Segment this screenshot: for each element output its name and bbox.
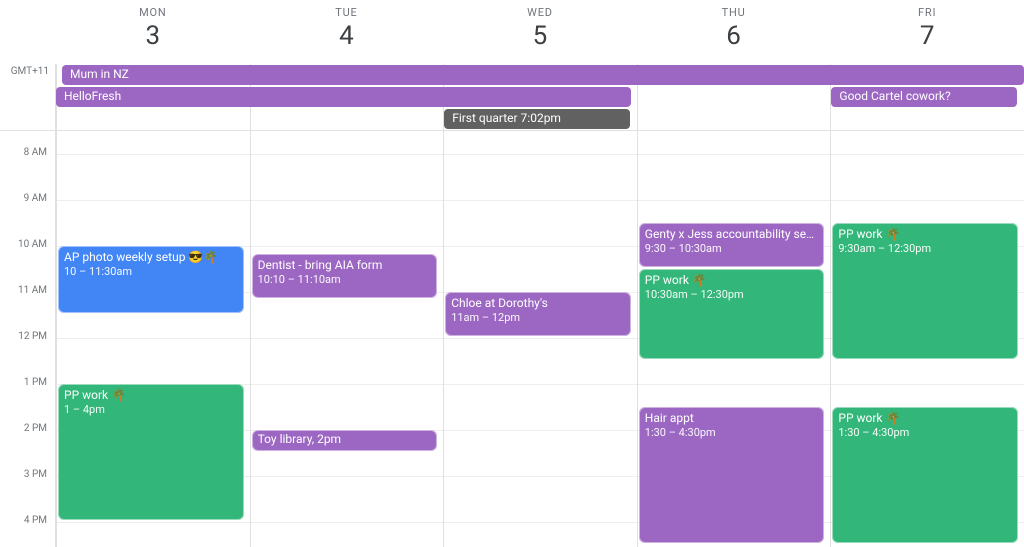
day-of-week-label: THU [637,6,831,19]
allday-event-hellofresh[interactable]: HelloFresh [56,87,631,107]
event-time: 1:30 – 4:30pm [645,426,819,440]
event-title: First quarter 7:02pm [452,111,561,125]
event-time: 10 – 11:30am [64,265,238,279]
day-number: 5 [443,21,637,51]
hour-label: 8 AM [22,147,49,158]
event-genty-jess[interactable]: Genty x Jess accountability sessio 9:30 … [639,223,825,267]
day-header-mon[interactable]: MON 3 [56,0,250,64]
event-pp-work-fri-am[interactable]: PP work 🌴 9:30am – 12:30pm [832,223,1018,359]
day-column-mon[interactable]: AP photo weekly setup 😎🌴 10 – 11:30am PP… [56,131,250,547]
event-title: Dentist - bring AIA form [258,258,432,273]
event-time: 9:30am – 12:30pm [838,242,1012,256]
event-time: 10:30am – 12:30pm [645,288,819,302]
hour-label: 9 AM [22,193,49,204]
event-title: HelloFresh [64,89,121,103]
day-header-thu[interactable]: THU 6 [637,0,831,64]
event-title: AP photo weekly setup 😎🌴 [64,250,238,265]
event-time: 1 – 4pm [64,403,238,417]
day-number: 7 [830,21,1024,51]
event-title: PP work 🌴 [645,273,819,288]
calendar-week-view: MON 3 TUE 4 WED 5 THU 6 FRI 7 GMT+11 Mum… [0,0,1024,547]
event-title: Chloe at Dorothy's [451,296,625,311]
day-header-row: MON 3 TUE 4 WED 5 THU 6 FRI 7 [0,0,1024,64]
event-pp-work-mon[interactable]: PP work 🌴 1 – 4pm [58,384,244,520]
day-column-wed[interactable]: Chloe at Dorothy's 11am – 12pm [443,131,637,547]
event-dentist[interactable]: Dentist - bring AIA form 10:10 – 11:10am [252,254,438,298]
hour-label: 1 PM [22,377,49,388]
day-column-tue[interactable]: Dentist - bring AIA form 10:10 – 11:10am… [250,131,444,547]
event-title: PP work 🌴 [838,227,1012,242]
event-time: 11am – 12pm [451,311,625,325]
allday-section: GMT+11 Mum in NZ HelloFresh Good Cartel … [0,64,1024,131]
hour-label: 10 AM [16,239,49,250]
day-header-fri[interactable]: FRI 7 [830,0,1024,64]
event-title: PP work 🌴 [64,388,238,403]
allday-event-mum-in-nz[interactable]: Mum in NZ [62,65,1024,85]
day-number: 6 [637,21,831,51]
allday-event-first-quarter[interactable]: First quarter 7:02pm [444,109,630,129]
day-number: 3 [56,21,250,51]
hour-label: 3 PM [22,469,49,480]
event-toy-library[interactable]: Toy library, 2pm [252,430,438,451]
day-column-thu[interactable]: Genty x Jess accountability sessio 9:30 … [637,131,831,547]
allday-event-good-cartel[interactable]: Good Cartel cowork? [831,87,1017,107]
event-pp-work-fri-pm[interactable]: PP work 🌴 1:30 – 4:30pm [832,407,1018,543]
event-hair-appt[interactable]: Hair appt 1:30 – 4:30pm [639,407,825,543]
event-time: 1:30 – 4:30pm [838,426,1012,440]
day-number: 4 [250,21,444,51]
hours-column: 8 AM 9 AM 10 AM 11 AM 12 PM 1 PM 2 PM 3 … [0,131,56,547]
day-of-week-label: MON [56,6,250,19]
event-title: Hair appt [645,411,819,426]
event-ap-photo-weekly-setup[interactable]: AP photo weekly setup 😎🌴 10 – 11:30am [58,246,244,313]
timezone-gutter [0,0,56,64]
event-title: Toy library, 2pm [258,432,432,447]
hour-label: 2 PM [22,423,49,434]
day-of-week-label: FRI [830,6,1024,19]
event-time: 10:10 – 11:10am [258,273,432,287]
timezone-label: GMT+11 [11,66,49,77]
day-header-wed[interactable]: WED 5 [443,0,637,64]
day-of-week-label: TUE [250,6,444,19]
event-chloe-dorothy[interactable]: Chloe at Dorothy's 11am – 12pm [445,292,631,336]
event-title: Genty x Jess accountability sessio [645,227,819,242]
event-time: 9:30 – 10:30am [645,242,819,256]
day-of-week-label: WED [443,6,637,19]
day-header-tue[interactable]: TUE 4 [250,0,444,64]
day-column-fri[interactable]: PP work 🌴 9:30am – 12:30pm PP work 🌴 1:3… [830,131,1024,547]
hour-label: 11 AM [16,285,49,296]
event-title: PP work 🌴 [838,411,1012,426]
hour-label: 4 PM [22,515,49,526]
event-title: Good Cartel cowork? [839,89,950,103]
event-title: Mum in NZ [70,67,129,81]
time-grid[interactable]: 8 AM 9 AM 10 AM 11 AM 12 PM 1 PM 2 PM 3 … [0,131,1024,547]
event-pp-work-thu[interactable]: PP work 🌴 10:30am – 12:30pm [639,269,825,359]
hour-label: 12 PM [16,331,49,342]
